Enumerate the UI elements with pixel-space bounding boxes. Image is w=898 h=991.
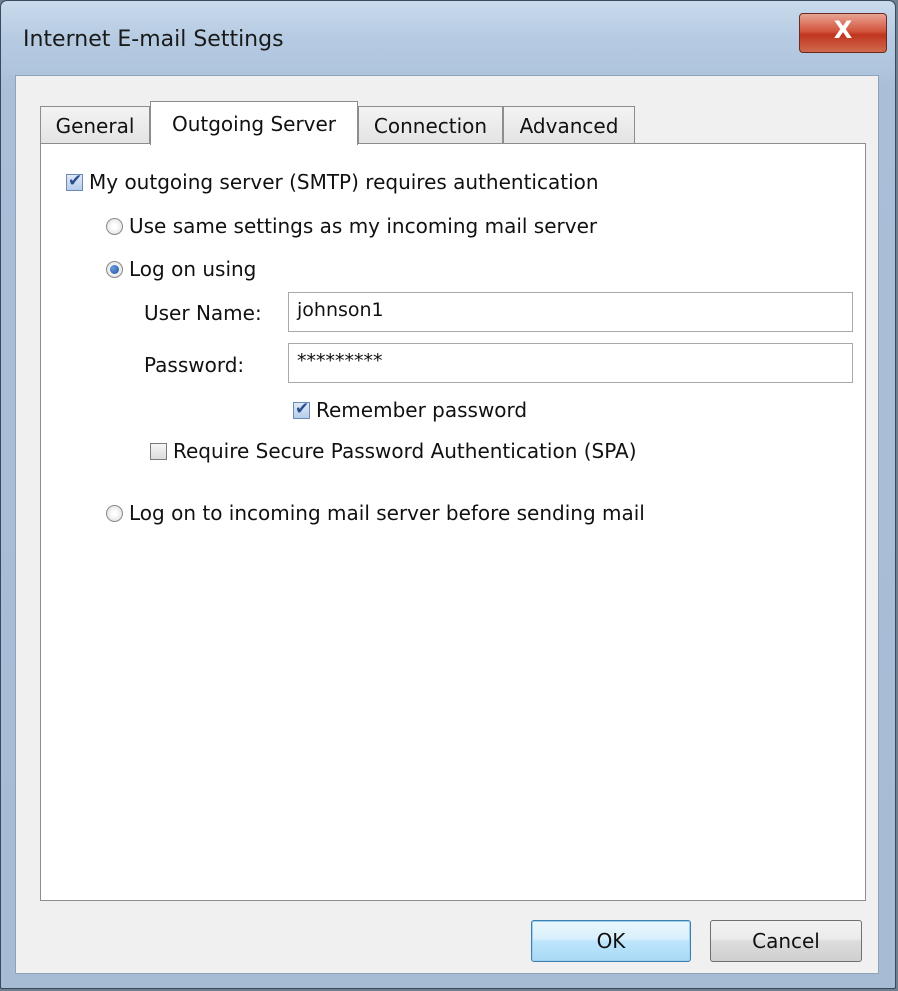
log-on-incoming-label: Log on to incoming mail server before se… <box>129 501 645 525</box>
spa-checkbox[interactable] <box>150 442 167 460</box>
password-field[interactable]: ********* <box>288 343 853 383</box>
spa-row[interactable]: Require Secure Password Authentication (… <box>150 439 637 463</box>
username-field[interactable]: johnson1 <box>288 292 853 332</box>
remember-password-checkbox[interactable] <box>293 399 310 419</box>
tab-connection[interactable]: Connection <box>358 106 503 144</box>
tab-general[interactable]: General <box>40 106 150 144</box>
username-label: User Name: <box>144 301 262 325</box>
close-icon: X <box>833 16 853 44</box>
log-on-using-radio[interactable] <box>106 260 123 278</box>
tab-outgoing-server[interactable]: Outgoing Server <box>150 101 358 145</box>
ok-button[interactable]: OK <box>531 920 691 962</box>
dialog-client-area: General Outgoing Server Connection Advan… <box>15 75 879 974</box>
title-bar[interactable]: Internet E-mail Settings X <box>1 1 895 75</box>
remember-password-row[interactable]: Remember password <box>293 398 527 422</box>
spa-label: Require Secure Password Authentication (… <box>173 439 637 463</box>
log-on-using-row[interactable]: Log on using <box>106 257 256 281</box>
same-settings-row[interactable]: Use same settings as my incoming mail se… <box>106 214 597 238</box>
cancel-button[interactable]: Cancel <box>710 920 862 962</box>
same-settings-label: Use same settings as my incoming mail se… <box>129 214 598 238</box>
remember-password-label: Remember password <box>316 398 528 422</box>
password-label: Password: <box>144 353 245 377</box>
requires-auth-label: My outgoing server (SMTP) requires authe… <box>89 170 599 194</box>
log-on-incoming-radio[interactable] <box>106 504 123 522</box>
requires-auth-checkbox[interactable] <box>66 171 83 191</box>
window-title: Internet E-mail Settings <box>23 27 284 52</box>
outgoing-server-panel: My outgoing server (SMTP) requires authe… <box>40 143 866 901</box>
log-on-incoming-row[interactable]: Log on to incoming mail server before se… <box>106 501 645 525</box>
same-settings-radio[interactable] <box>106 217 123 235</box>
log-on-using-label: Log on using <box>129 257 257 281</box>
requires-auth-row[interactable]: My outgoing server (SMTP) requires authe… <box>66 170 599 194</box>
tab-advanced[interactable]: Advanced <box>503 106 635 144</box>
close-button[interactable]: X <box>799 13 887 53</box>
dialog-window: Internet E-mail Settings X General Outgo… <box>0 0 896 989</box>
